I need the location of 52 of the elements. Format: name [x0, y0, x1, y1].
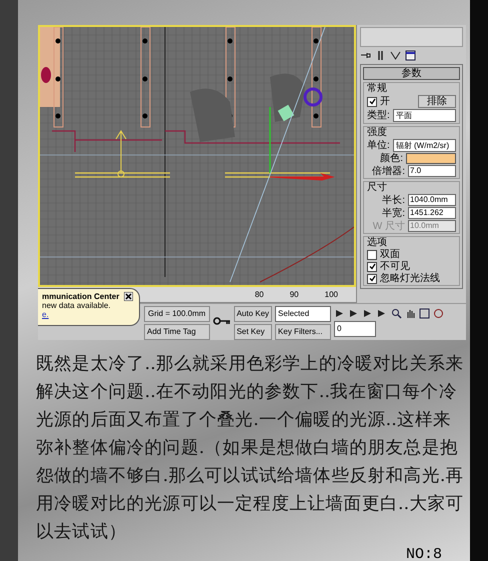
balloon-title: mmunication Center — [42, 292, 120, 301]
ruler-label: 90 — [290, 289, 299, 301]
frame-field[interactable]: 0 — [334, 321, 376, 337]
rollout-title[interactable]: 参数 — [363, 67, 460, 80]
ruler-label: 100 — [324, 289, 338, 301]
group-title: 尺寸 — [367, 182, 388, 193]
checkbox-label: 开 — [380, 96, 390, 107]
key-icon[interactable] — [212, 316, 231, 326]
group-title: 强度 — [367, 127, 388, 138]
field-label: 半长: — [382, 194, 405, 206]
balloon-link[interactable]: e. — [42, 310, 49, 319]
close-icon[interactable] — [124, 292, 133, 301]
article-paragraph: 既然是太冷了..那么就采用色彩学上的冷暖对比关系来解决这个问题..在不动阳光的参数下..我在窗口每个冷光源的后面又布置了个叠光.一个偏暖的光源..这样来弥补整体偏冷的问题.（如果是想做白墙的朋友总是抱怨做的墙不够白.那么可以试试给墙体些反射和高光.再用冷暖对比的光源可以一定程度上让墙面更白..大家可以去试试） — [36, 353, 465, 544]
checkbox[interactable] — [367, 274, 377, 284]
group-title: 选项 — [367, 237, 388, 248]
pin-icon[interactable] — [360, 50, 371, 61]
set-key-button[interactable]: Set Key — [234, 324, 272, 340]
grid-readout: Grid = 100.0mm — [144, 306, 210, 322]
checkbox[interactable] — [367, 96, 377, 106]
field-label: 类型: — [367, 110, 390, 121]
zoom-extents-icon[interactable] — [419, 308, 430, 319]
exclude-button[interactable]: 排除 — [418, 95, 456, 108]
checkbox[interactable] — [367, 250, 377, 260]
field-label: W 尺寸 — [372, 220, 405, 232]
orbit-icon[interactable] — [433, 308, 444, 319]
key-mode-dropdown[interactable]: Selected — [275, 306, 332, 322]
play-icon[interactable] — [362, 308, 374, 319]
search-icon[interactable] — [391, 308, 402, 319]
field-label: 倍增器: — [372, 166, 405, 176]
checkbox-label: 双面 — [380, 249, 400, 260]
dropdown[interactable]: 辐射 (W/m2/sr) — [392, 139, 456, 152]
field-label: 半宽: — [382, 208, 405, 218]
dropdown[interactable]: 平面 — [392, 109, 456, 122]
checkbox-label: 不可见 — [380, 261, 410, 272]
checkbox[interactable] — [367, 262, 377, 272]
page-number: NO:8 — [406, 546, 442, 561]
spinner-field[interactable]: 1451.262 — [408, 207, 456, 219]
group-title: 常规 — [367, 83, 388, 94]
field-label: 单位: — [367, 140, 390, 151]
play-icon[interactable] — [376, 308, 388, 319]
play-icon[interactable] — [334, 308, 346, 319]
color-swatch[interactable] — [406, 153, 456, 164]
auto-key-button[interactable]: Auto Key — [234, 306, 272, 322]
ruler-label: 80 — [254, 289, 264, 301]
key-filters-button[interactable]: Key Filters... — [275, 324, 332, 340]
spinner-field[interactable]: 1040.0mm — [408, 194, 456, 206]
add-time-tag-button[interactable]: Add Time Tag — [144, 324, 210, 340]
checkbox-label: 忽略灯光法线 — [380, 273, 440, 284]
play-icon[interactable] — [348, 308, 360, 319]
field-label: 颜色: — [380, 153, 403, 164]
spinner-field[interactable]: 7.0 — [408, 165, 456, 177]
balloon-message: new data available. — [42, 301, 112, 310]
